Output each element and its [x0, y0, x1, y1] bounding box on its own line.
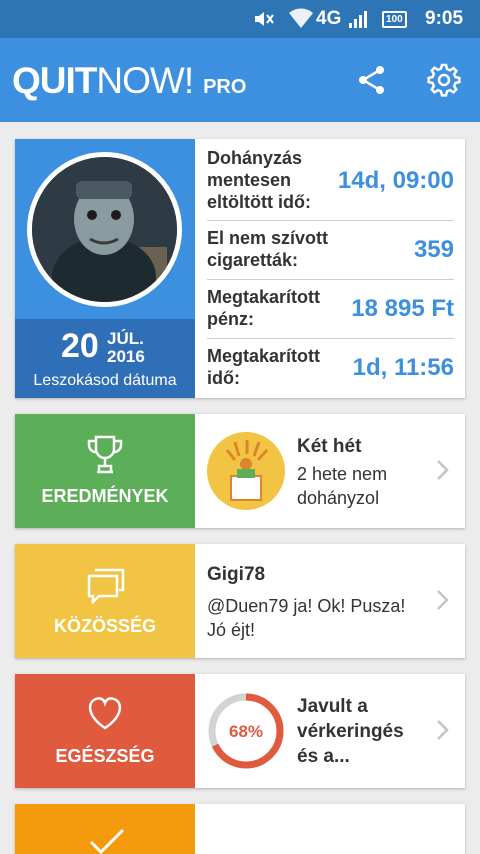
avatar[interactable] [27, 152, 182, 307]
trophy-icon [85, 434, 125, 476]
achievement-description: 2 hete nem dohányzol [297, 464, 388, 508]
health-item: 68% Javult a vérkeringés és a... [195, 674, 465, 788]
health-card[interactable]: EGÉSZSÉG 68% Javult a vérkeringés és a..… [15, 674, 465, 788]
health-title: EGÉSZSÉG [55, 746, 155, 766]
chevron-right-icon [437, 460, 449, 480]
quit-day: 20 [61, 327, 99, 365]
share-button[interactable] [354, 62, 390, 98]
battery-level: 100 [382, 10, 407, 28]
stat-label-line: mentesen [207, 170, 292, 190]
quit-date-box: 20 JÚL. 2016 Leszokásod dátuma [15, 319, 195, 398]
health-progress-ring: 68% [208, 693, 284, 769]
network-type: 4G [316, 8, 342, 29]
goals-panel [15, 804, 195, 854]
settings-button[interactable] [424, 60, 464, 100]
app-logo: QUIT NOW! PRO [12, 60, 246, 102]
quit-date-label: Leszokásod dátuma [33, 372, 177, 389]
chevron-right-icon [437, 590, 449, 610]
stat-label-line: eltöltött idő: [207, 192, 311, 212]
goals-card[interactable] [15, 804, 465, 854]
stat-label-line: Dohányzás [207, 148, 303, 168]
health-percent: 68% [229, 722, 263, 741]
app-bar: QUIT NOW! PRO [0, 38, 480, 122]
stat-label-line: El nem szívott [207, 228, 329, 248]
stat-value: 1d, 11:56 [352, 354, 454, 381]
achievements-card[interactable]: EREDMÉNYEK Két hét 2 hete nem dohányzol [15, 414, 465, 528]
stat-value: 18 895 Ft [351, 295, 454, 322]
community-card[interactable]: KÖZÖSSÉG Gigi78 @Duen79 ja! Ok! Pusza! J… [15, 544, 465, 658]
stat-value: 14d, 09:00 [337, 167, 454, 194]
achievement-item: Két hét 2 hete nem dohányzol [195, 414, 465, 528]
mute-icon [252, 0, 280, 38]
achievements-title: EREDMÉNYEK [41, 486, 169, 506]
stat-label-line: Megtakarított [207, 287, 321, 307]
stat-time-saved: Megtakarított idő: 1d, 11:56 [207, 339, 454, 398]
achievement-title: Két hét [297, 436, 362, 457]
stat-smoke-free-time: Dohányzás mentesen eltöltött idő: 14d, 0… [207, 145, 454, 221]
stat-money-saved: Megtakarított pénz: 18 895 Ft [207, 280, 454, 339]
quit-year: 2016 [107, 347, 145, 366]
stat-value: 359 [413, 236, 454, 263]
achievements-panel: EREDMÉNYEK [15, 414, 195, 528]
post-message: @Duen79 ja! Ok! Pusza! Jó éjt! [207, 596, 406, 640]
clock: 9:05 [425, 8, 464, 29]
logo-now: NOW! [96, 60, 194, 101]
stat-label-line: Megtakarított [207, 346, 321, 366]
stat-cigarettes-not-smoked: El nem szívott cigaretták: 359 [207, 221, 454, 280]
logo-pro: PRO [203, 76, 247, 98]
chevron-right-icon [437, 720, 449, 740]
health-message: Javult a vérkeringés és a... [297, 696, 404, 767]
logo-quit: QUIT [12, 60, 97, 101]
post-username: Gigi78 [207, 564, 266, 585]
gear-icon [427, 63, 461, 97]
stat-label-line: cigaretták: [207, 250, 299, 270]
profile-card[interactable]: 20 JÚL. 2016 Leszokásod dátuma Dohányzás… [15, 139, 465, 398]
community-post: Gigi78 @Duen79 ja! Ok! Pusza! Jó éjt! [195, 544, 465, 658]
battery-icon: 100 [382, 0, 407, 38]
checkmark-icon [89, 828, 125, 854]
community-panel: KÖZÖSSÉG [15, 544, 195, 658]
health-panel: EGÉSZSÉG [15, 674, 195, 788]
quit-month: JÚL. [107, 329, 144, 348]
stat-label-line: pénz: [207, 309, 254, 329]
achievement-badge-icon [207, 432, 285, 510]
profile-panel: 20 JÚL. 2016 Leszokásod dátuma [15, 139, 195, 398]
wifi-icon [288, 0, 314, 38]
stat-label-line: idő: [207, 368, 240, 388]
share-icon [359, 66, 384, 94]
stats-panel: Dohányzás mentesen eltöltött idő: 14d, 0… [195, 139, 465, 398]
chat-icon [85, 564, 125, 606]
community-title: KÖZÖSSÉG [53, 616, 156, 636]
heart-icon [85, 694, 125, 736]
status-bar: 4G 100 9:05 [0, 0, 480, 38]
signal-icon [348, 0, 370, 38]
